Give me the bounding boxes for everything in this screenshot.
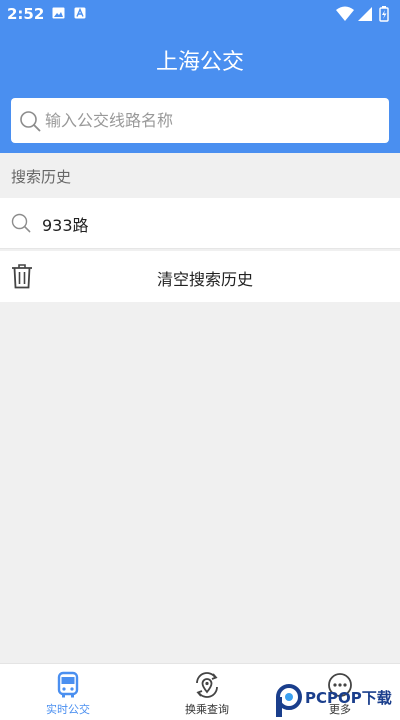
page-title: 上海公交: [155, 50, 244, 75]
history-item-label: 933路: [42, 216, 89, 235]
status-bar: 2:52: [0, 0, 400, 28]
tab-label: 实时公交: [46, 703, 90, 716]
bus-icon: [57, 671, 79, 698]
search-input[interactable]: [45, 98, 381, 143]
status-time: 2:52: [7, 5, 45, 23]
tab-label: 换乘查询: [185, 703, 229, 716]
watermark: PCPOP下载: [276, 683, 400, 720]
app-notification-icon: [74, 7, 86, 19]
history-item[interactable]: 933路: [0, 198, 400, 249]
app-header: 2:52 上海公交: [0, 0, 400, 153]
system-status-icons: [336, 6, 389, 22]
search-icon: [20, 111, 41, 132]
tab-transfer-query[interactable]: 换乘查询: [157, 664, 257, 720]
wifi-icon: [336, 6, 354, 21]
signal-icon: [358, 7, 372, 21]
image-notification-icon: [52, 7, 65, 19]
clear-history-label: 清空搜索历史: [156, 270, 253, 289]
search-history-label: 搜索历史: [11, 168, 72, 186]
tab-realtime-bus[interactable]: 实时公交: [18, 664, 118, 720]
clear-history-button[interactable]: 清空搜索历史: [0, 251, 400, 302]
watermark-logo-icon: [276, 684, 302, 717]
transfer-location-icon: [196, 672, 218, 698]
search-box[interactable]: [11, 98, 389, 143]
search-icon: [11, 213, 31, 233]
watermark-text: PCPOP下载: [305, 689, 392, 707]
